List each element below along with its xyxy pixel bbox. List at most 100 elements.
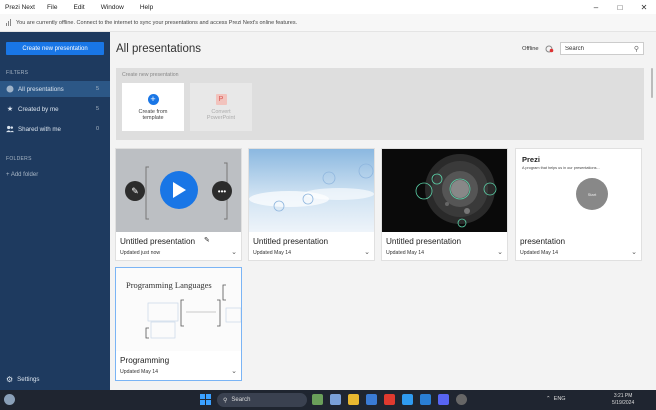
chevron-down-icon[interactable]: ⌄ (231, 367, 237, 375)
minimize-icon[interactable]: – (584, 0, 608, 14)
signal-icon (6, 19, 12, 26)
presentation-updated: Updated May 14 (120, 369, 159, 375)
app-title: Prezi Next (5, 3, 35, 11)
offline-banner: You are currently offline. Connect to th… (0, 14, 656, 32)
powerpoint-icon: P (215, 93, 227, 105)
window-controls: – □ ✕ (584, 0, 656, 14)
presentation-updated: Updated May 14 (386, 250, 425, 256)
thumbnail-start-circle: Start (576, 178, 608, 210)
taskbar-search[interactable]: ⚲ Search (217, 393, 307, 407)
more-options-icon[interactable]: ••• (212, 181, 232, 201)
vscode-icon[interactable] (420, 394, 431, 405)
people-icon (6, 125, 14, 133)
globe-icon (6, 85, 14, 93)
convert-powerpoint-tile[interactable]: P Convert PowerPoint (190, 83, 252, 131)
menu-edit[interactable]: Edit (73, 4, 84, 11)
folders-heading: FOLDERS (6, 156, 32, 162)
taskbar-app-icon[interactable] (366, 394, 377, 405)
menu-help[interactable]: Help (140, 4, 153, 11)
folder-icon[interactable] (348, 394, 359, 405)
title-bar: Prezi Next File Edit Window Help – □ ✕ (0, 0, 656, 14)
sidebar: Create new presentation FILTERS All pres… (0, 32, 110, 390)
tile-label: Create from template (138, 108, 168, 121)
filters-heading: FILTERS (6, 70, 29, 76)
presentation-name: Untitled presentation (386, 237, 462, 246)
sidebar-item-shared-with-me[interactable]: Shared with me 0 (0, 121, 110, 137)
page-title: All presentations (116, 43, 202, 55)
presentation-updated: Updated May 14 (253, 250, 292, 256)
start-icon[interactable] (200, 394, 211, 405)
settings-button[interactable]: ⚙ Settings (6, 375, 40, 384)
sidebar-item-label: All presentations (18, 85, 64, 93)
presentation-name: Untitled presentation (120, 237, 196, 246)
taskbar-app-icon[interactable] (312, 394, 323, 405)
menu-file[interactable]: File (47, 4, 57, 11)
create-new-label: Create new presentation (122, 72, 179, 78)
presentation-name: Untitled presentation (253, 237, 329, 246)
presentation-thumbnail[interactable] (249, 149, 374, 232)
add-folder-button[interactable]: + Add folder (6, 172, 38, 178)
search-input[interactable] (565, 45, 631, 52)
chevron-down-icon[interactable]: ⌄ (497, 248, 503, 256)
search-box[interactable]: ⚲ (560, 42, 644, 55)
offline-status: Offline (522, 46, 539, 52)
sidebar-item-created-by-me[interactable]: ★ Created by me 5 (0, 101, 110, 117)
thumbnail-text: A program that helps us in our presentat… (522, 166, 600, 170)
thumbnail-graphic (249, 149, 374, 232)
star-icon: ★ (6, 106, 14, 113)
presentation-card[interactable]: Untitled presentation Updated May 14 ⌄ (381, 148, 508, 261)
create-new-section: Create new presentation + Create from te… (116, 68, 644, 140)
menu-window[interactable]: Window (101, 4, 124, 11)
plus-icon: + (147, 93, 159, 105)
chevron-down-icon[interactable]: ⌄ (231, 248, 237, 256)
offline-message: You are currently offline. Connect to th… (16, 19, 298, 26)
menu-bar: File Edit Window Help (45, 4, 169, 11)
presentation-thumbnail[interactable]: ✎ ••• (116, 149, 241, 232)
sidebar-item-count: 5 (95, 86, 99, 92)
sidebar-item-count: 5 (95, 106, 99, 112)
presentation-card[interactable]: Prezi A program that helps us in our pre… (515, 148, 642, 261)
edit-pencil-icon[interactable]: ✎ (125, 181, 145, 201)
rename-pencil-icon[interactable]: ✎ (204, 236, 210, 244)
clock-time: 3:21 PM (613, 393, 633, 399)
presentation-thumbnail[interactable]: Programming Languages (116, 268, 241, 351)
chevron-down-icon[interactable]: ⌄ (364, 248, 370, 256)
prezi-icon[interactable] (456, 394, 467, 405)
scrollbar[interactable] (651, 68, 653, 98)
gear-icon: ⚙ (6, 375, 14, 384)
taskbar-app-icon[interactable] (330, 394, 341, 405)
presentation-thumbnail[interactable]: Prezi A program that helps us in our pre… (516, 149, 641, 232)
thumbnail-graphic (382, 149, 507, 232)
presentation-thumbnail[interactable] (382, 149, 507, 232)
presentation-name: Programming (120, 356, 170, 365)
search-icon[interactable]: ⚲ (634, 45, 639, 53)
language-indicator[interactable]: ENG (554, 396, 566, 402)
chrome-icon[interactable] (402, 394, 413, 405)
sidebar-item-count: 0 (95, 126, 99, 132)
presentation-updated: Updated May 14 (520, 250, 559, 256)
presentation-card[interactable]: Programming Languages Programming Update… (115, 267, 242, 381)
youtube-icon[interactable] (384, 394, 395, 405)
sidebar-item-label: Created by me (18, 105, 59, 113)
clock-date: 5/19/2024 (612, 400, 635, 406)
settings-label: Settings (17, 376, 40, 383)
taskbar-search-label: Search (231, 397, 251, 403)
thumbnail-title: Prezi (522, 155, 540, 164)
close-icon[interactable]: ✕ (632, 0, 656, 14)
presentation-updated: Updated just now (120, 250, 161, 256)
clock[interactable]: 3:21 PM 5/19/2024 (612, 393, 634, 407)
chevron-down-icon[interactable]: ⌄ (631, 248, 637, 256)
maximize-icon[interactable]: □ (608, 0, 632, 14)
presentation-card[interactable]: ✎ ••• Untitled presentation ✎ Updated ju… (115, 148, 242, 261)
sidebar-item-all-presentations[interactable]: All presentations 5 (0, 81, 110, 97)
create-presentation-button[interactable]: Create new presentation (6, 42, 104, 55)
discord-icon[interactable] (438, 394, 449, 405)
play-icon[interactable] (160, 171, 198, 209)
weather-icon[interactable] (4, 394, 15, 405)
main-content: All presentations Offline ⚲ Create new p… (110, 32, 656, 390)
create-from-template-tile[interactable]: + Create from template (122, 83, 184, 131)
windows-taskbar: ⚲ Search ⌃ ENG 3:21 PM 5/19/2024 (0, 390, 656, 410)
chevron-up-icon[interactable]: ⌃ (546, 396, 551, 402)
presentation-card[interactable]: Untitled presentation Updated May 14 ⌄ (248, 148, 375, 261)
offline-cloud-icon (545, 45, 554, 53)
